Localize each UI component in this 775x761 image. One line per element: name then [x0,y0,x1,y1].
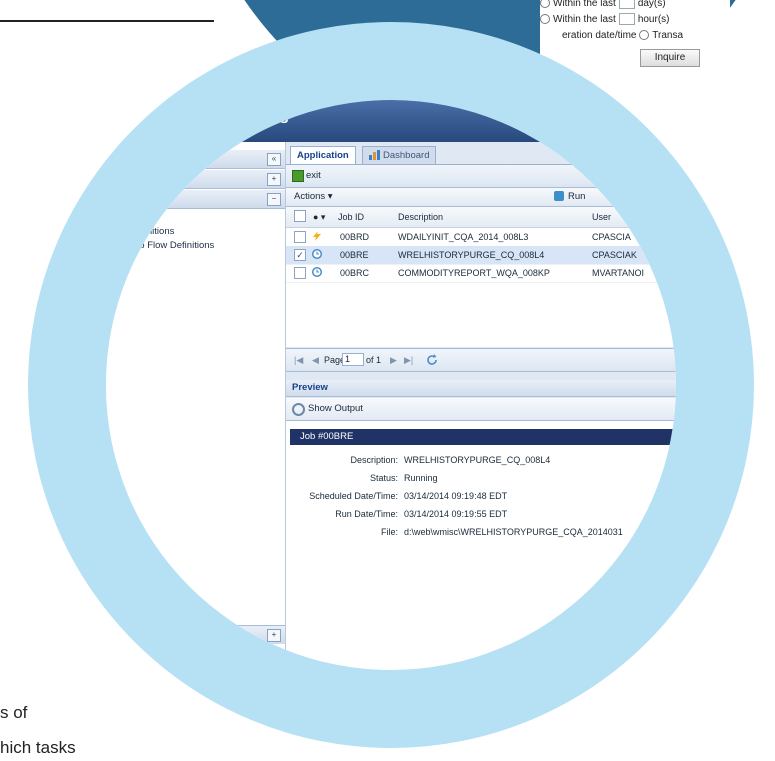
col-job-id[interactable]: Job ID [338,212,364,222]
tree-item-job-flow-definitions[interactable]: ob Flow Definitions [134,240,214,251]
detail-value-status: Running [404,473,438,483]
detail-label: Description: [350,455,398,465]
detail-value-run: 03/14/2014 09:19:55 EDT [404,509,508,519]
job-description: COMMODITYREPORT_WQA_008KP [398,268,550,278]
left-pane-header: « [106,150,285,169]
row-checkbox[interactable]: ✓ [294,249,306,261]
collapse-section-button[interactable]: − [267,193,281,206]
page-number-input[interactable]: 1 [342,353,364,366]
actions-menu[interactable]: Actions ▾ [294,191,333,202]
jobs-grid: ● ▾ Job ID Description User 00BRD WDAILY… [286,207,676,347]
preview-toolbar: Show Output [286,398,676,421]
generation-datetime-label: eration date/time [562,30,637,41]
screenshot-lens: s « + − Definitions ob Flow Definitions … [106,100,676,670]
transaction-radio[interactable] [639,30,650,41]
run-button[interactable]: Run [568,191,585,202]
job-user: CPASCIA [592,232,631,242]
horizontal-rule [0,20,214,22]
job-id: 00BRD [340,232,370,242]
table-row[interactable]: ✓ 00BRE WRELHISTORYPURGE_CQ_008L4 CPASCI… [286,246,676,265]
job-user: MVARTANOI [592,268,645,278]
application-window: s « + − Definitions ob Flow Definitions … [106,100,676,670]
exit-button[interactable]: exit [306,170,321,181]
app-title: s [280,110,289,127]
filter-row-days-label: Within the last [553,0,616,9]
detail-value-scheduled: 03/14/2014 09:19:48 EDT [404,491,508,501]
dashboard-label: Dashboard [383,150,430,161]
run-icon[interactable] [554,191,564,201]
days-input[interactable] [618,0,635,10]
filter-row-hours-label: Within the last [553,14,616,25]
tree-item-definitions[interactable]: Definitions [130,226,174,237]
exit-icon[interactable] [292,170,304,182]
expand-section-button[interactable]: + [267,173,281,186]
pagination-bar: |◀ ◀ Page 1 of 1 ▶ ▶| [286,348,676,372]
job-description: WDAILYINIT_CQA_2014_008L3 [398,232,529,242]
lightning-icon [313,231,321,241]
clock-icon [312,267,322,277]
left-pane-section-1: + [106,170,285,189]
magnifier-icon[interactable] [292,403,305,416]
row-checkbox[interactable] [294,267,306,279]
main-toolbar: exit [286,165,676,188]
first-page-icon[interactable]: |◀ [294,355,303,366]
refresh-icon[interactable] [426,354,438,366]
col-description[interactable]: Description [398,212,443,222]
col-user[interactable]: User [592,212,611,222]
prev-page-icon[interactable]: ◀ [312,355,319,366]
filter-row-days: Within the last day(s) [540,0,730,12]
table-row[interactable]: 00BRC COMMODITYREPORT_WQA_008KP MVARTANO… [286,264,676,283]
job-detail-panel: Job #00BRE Description: WRELHISTORYPURGE… [286,421,676,662]
job-user: CPASCIAK [592,250,637,260]
page-count: of 1 [366,355,382,365]
hours-radio[interactable] [540,14,550,25]
job-description: WRELHISTORYPURGE_CQ_008L4 [398,250,545,260]
left-pane-footer: + [106,625,285,644]
clock-icon [312,249,322,259]
detail-value-description: WRELHISTORYPURGE_CQ_008L4 [404,455,551,465]
actions-bar: Actions ▾ Run [286,188,676,207]
body-text-line-1: s of [0,703,28,722]
detail-label: Status: [369,473,398,483]
collapse-left-button[interactable]: « [267,153,281,166]
job-id: 00BRE [340,250,369,260]
hours-input[interactable] [618,13,635,26]
title-bar: s [106,100,676,142]
grid-header: ● ▾ Job ID Description User [286,207,676,228]
preview-header: Preview [286,380,676,397]
chart-icon [369,150,380,160]
next-page-icon[interactable]: ▶ [390,355,397,366]
job-detail-title: Job #00BRE [290,429,676,445]
body-text-line-2: hich tasks [0,738,76,757]
detail-label: Scheduled Date/Time: [309,491,398,501]
job-id: 00BRC [340,268,370,278]
filter-row-hours: Within the last hour(s) [540,12,730,28]
detail-label: Run Date/Time: [335,509,398,519]
transaction-label: Transa [652,30,684,41]
status-column-icon[interactable]: ● ▾ [313,212,325,223]
days-radio[interactable] [540,0,550,9]
show-output-button[interactable]: Show Output [308,403,363,414]
last-page-icon[interactable]: ▶| [404,355,413,366]
add-section-button[interactable]: + [267,629,281,642]
hours-unit: hour(s) [637,14,670,25]
select-all-checkbox[interactable] [294,210,306,222]
left-navigation-pane: « + − Definitions ob Flow Definitions [106,142,286,662]
left-pane-section-2: − [106,190,285,209]
detail-label: File: [380,527,398,537]
table-row[interactable]: 00BRD WDAILYINIT_CQA_2014_008L3 CPASCIA [286,228,676,247]
row-checkbox[interactable] [294,231,306,243]
main-panel: Application Dashboard exit Actions ▾ Run [286,142,676,662]
inquire-button[interactable]: Inquire [640,49,700,67]
filter-row-datetime: eration date/time Transa [540,28,730,44]
tab-application[interactable]: Application [290,146,356,164]
preview-title: Preview [292,382,328,393]
tab-strip: Application Dashboard [286,142,676,165]
detail-value-file: d:\web\wmisc\WRELHISTORYPURGE_CQA_201403… [404,527,623,537]
days-unit: day(s) [637,0,666,9]
